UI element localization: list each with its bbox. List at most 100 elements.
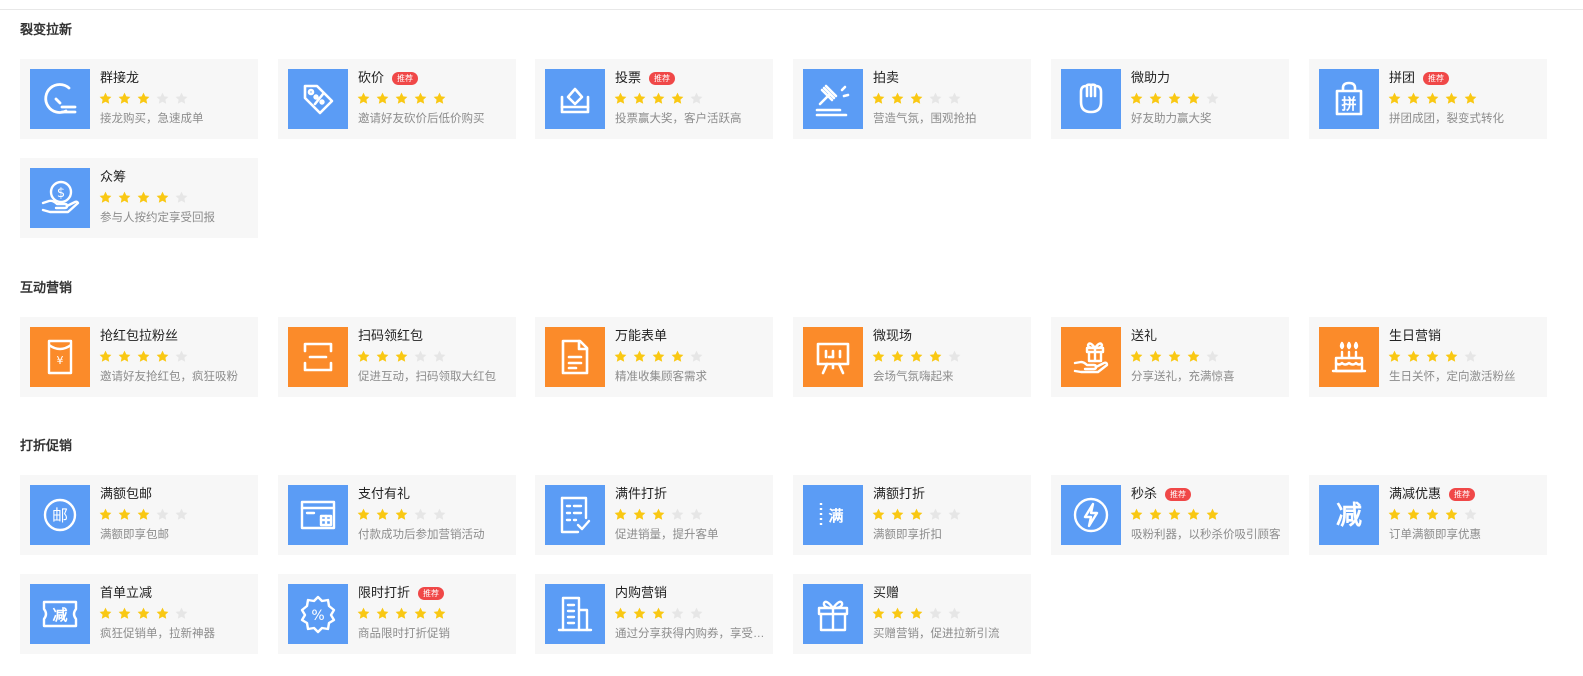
star-filled-icon bbox=[137, 191, 152, 204]
star-filled-icon bbox=[910, 92, 925, 105]
card-flash-sale[interactable]: 秒杀 推荐 吸粉利器，以秒杀价吸引顾客 bbox=[1051, 475, 1289, 555]
star-rating bbox=[1130, 92, 1225, 105]
card-title: 首单立减 bbox=[100, 585, 153, 600]
recommend-badge: 推荐 bbox=[1423, 71, 1450, 85]
star-filled-icon bbox=[414, 607, 429, 620]
star-rating bbox=[1130, 350, 1225, 363]
svg-text:$: $ bbox=[57, 186, 65, 201]
mail-stamp-icon: 邮 bbox=[30, 485, 90, 545]
card-scan-code[interactable]: 扫码领红包 促进互动，扫码领取大红包 bbox=[278, 317, 516, 397]
section-title: 打折促销 bbox=[20, 438, 73, 453]
card-description: 买赠营销，促进拉新引流 bbox=[873, 628, 1000, 640]
card-title: 群接龙 bbox=[100, 70, 140, 85]
reduce-coupon-icon: 减 bbox=[30, 584, 90, 644]
star-filled-icon bbox=[118, 508, 133, 521]
card-birthday[interactable]: 生日营销 生日关怀，定向激活粉丝 bbox=[1309, 317, 1547, 397]
star-filled-icon bbox=[99, 508, 114, 521]
card-title: 砍价 bbox=[358, 70, 385, 85]
star-empty-icon bbox=[1464, 508, 1479, 521]
card-description: 订单满额即享优惠 bbox=[1389, 529, 1481, 541]
card-title: 买赠 bbox=[873, 585, 900, 600]
card-title: 内购营销 bbox=[615, 585, 668, 600]
svg-text:拼: 拼 bbox=[1341, 95, 1356, 113]
card-auction[interactable]: 拍卖 营造气氛，围观抢拍 bbox=[793, 59, 1031, 139]
star-rating bbox=[1388, 350, 1483, 363]
card-group-buy[interactable]: 拼 拼团 推荐 拼团成团，裂变式转化 bbox=[1309, 59, 1547, 139]
form-document-icon bbox=[545, 327, 605, 387]
card-live-scene[interactable]: 微现场 会场气氛嗨起来 bbox=[793, 317, 1031, 397]
svg-text:减: 减 bbox=[1336, 501, 1362, 531]
card-description: 营造气氛，围观抢拍 bbox=[873, 113, 977, 125]
star-filled-icon bbox=[614, 92, 629, 105]
card-red-envelope[interactable]: ¥ 抢红包拉粉丝 邀请好友抢红包，疯狂吸粉 bbox=[20, 317, 258, 397]
card-limited-discount[interactable]: % 限时打折 推荐 商品限时打折促销 bbox=[278, 574, 516, 654]
star-filled-icon bbox=[652, 350, 667, 363]
star-filled-icon bbox=[1388, 508, 1403, 521]
card-description: 邀请好友抢红包，疯狂吸粉 bbox=[100, 371, 238, 383]
card-title: 生日营销 bbox=[1389, 328, 1442, 343]
card-gift-giving[interactable]: 送礼 分享送礼，充满惊喜 bbox=[1051, 317, 1289, 397]
card-crowdfunding[interactable]: $ 众筹 参与人按约定享受回报 bbox=[20, 158, 258, 238]
card-quantity-discount[interactable]: 满件打折 促进销量，提升客单 bbox=[535, 475, 773, 555]
star-rating bbox=[872, 508, 967, 521]
card-description: 付款成功后参加营销活动 bbox=[358, 529, 485, 541]
card-description: 商品限时打折促销 bbox=[358, 628, 450, 640]
star-filled-icon bbox=[633, 607, 648, 620]
star-filled-icon bbox=[1407, 350, 1422, 363]
star-rating bbox=[872, 350, 967, 363]
star-filled-icon bbox=[910, 607, 925, 620]
star-empty-icon bbox=[156, 508, 171, 521]
card-title: 满额打折 bbox=[873, 486, 926, 501]
star-empty-icon bbox=[929, 607, 944, 620]
card-title: 扫码领红包 bbox=[358, 328, 424, 343]
card-bargain[interactable]: 砍价 推荐 邀请好友砍价后低价购买 bbox=[278, 59, 516, 139]
card-description: 促进销量，提升客单 bbox=[615, 529, 719, 541]
star-rating bbox=[99, 92, 194, 105]
card-title: 微助力 bbox=[1131, 70, 1171, 85]
card-description: 疯狂促销单，拉新神器 bbox=[100, 628, 215, 640]
group-buy-bag-icon: 拼 bbox=[1319, 69, 1379, 129]
recommend-badge: 推荐 bbox=[1165, 487, 1192, 501]
star-empty-icon bbox=[948, 350, 963, 363]
full-coupon-icon: 满 bbox=[803, 485, 863, 545]
star-filled-icon bbox=[614, 350, 629, 363]
card-title: 微现场 bbox=[873, 328, 913, 343]
card-assist[interactable]: 微助力 好友助力赢大奖 bbox=[1051, 59, 1289, 139]
card-internal-purchase[interactable]: 内购营销 通过分享获得内购券，享受优惠 bbox=[535, 574, 773, 654]
fist-icon bbox=[1061, 69, 1121, 129]
checklist-icon bbox=[545, 485, 605, 545]
star-filled-icon bbox=[1426, 508, 1441, 521]
card-amount-discount[interactable]: 满 满额打折 满额即享折扣 bbox=[793, 475, 1031, 555]
card-vote[interactable]: 投票 推荐 投票赢大奖，客户活跃高 bbox=[535, 59, 773, 139]
star-filled-icon bbox=[99, 607, 114, 620]
card-description: 分享送礼，充满惊喜 bbox=[1131, 371, 1235, 383]
star-rating bbox=[99, 350, 194, 363]
card-description: 通过分享获得内购券，享受优惠 bbox=[615, 628, 765, 640]
star-filled-icon bbox=[1168, 508, 1183, 521]
star-filled-icon bbox=[633, 350, 648, 363]
card-first-order[interactable]: 减 首单立减 疯狂促销单，拉新神器 bbox=[20, 574, 258, 654]
recommend-badge: 推荐 bbox=[1449, 487, 1476, 501]
star-filled-icon bbox=[891, 607, 906, 620]
card-free-shipping[interactable]: 邮 满额包邮 满额即享包邮 bbox=[20, 475, 258, 555]
payment-gift-icon bbox=[288, 485, 348, 545]
star-filled-icon bbox=[652, 508, 667, 521]
star-filled-icon bbox=[929, 350, 944, 363]
star-rating bbox=[872, 607, 967, 620]
card-solitaire[interactable]: 群接龙 接龙购买，急速成单 bbox=[20, 59, 258, 139]
card-buy-gift[interactable]: 买赠 买赠营销，促进拉新引流 bbox=[793, 574, 1031, 654]
star-empty-icon bbox=[175, 191, 190, 204]
star-empty-icon bbox=[948, 92, 963, 105]
lightning-icon bbox=[1061, 485, 1121, 545]
star-filled-icon bbox=[118, 92, 133, 105]
star-filled-icon bbox=[872, 350, 887, 363]
card-universal-form[interactable]: 万能表单 精准收集顾客需求 bbox=[535, 317, 773, 397]
star-filled-icon bbox=[614, 607, 629, 620]
star-filled-icon bbox=[395, 350, 410, 363]
card-full-reduction[interactable]: 减 满减优惠 推荐 订单满额即享优惠 bbox=[1309, 475, 1547, 555]
gift-box-icon bbox=[803, 584, 863, 644]
svg-text:满: 满 bbox=[828, 507, 843, 525]
card-description: 生日关怀，定向激活粉丝 bbox=[1389, 371, 1516, 383]
star-empty-icon bbox=[175, 92, 190, 105]
card-payment-gift[interactable]: 支付有礼 付款成功后参加营销活动 bbox=[278, 475, 516, 555]
